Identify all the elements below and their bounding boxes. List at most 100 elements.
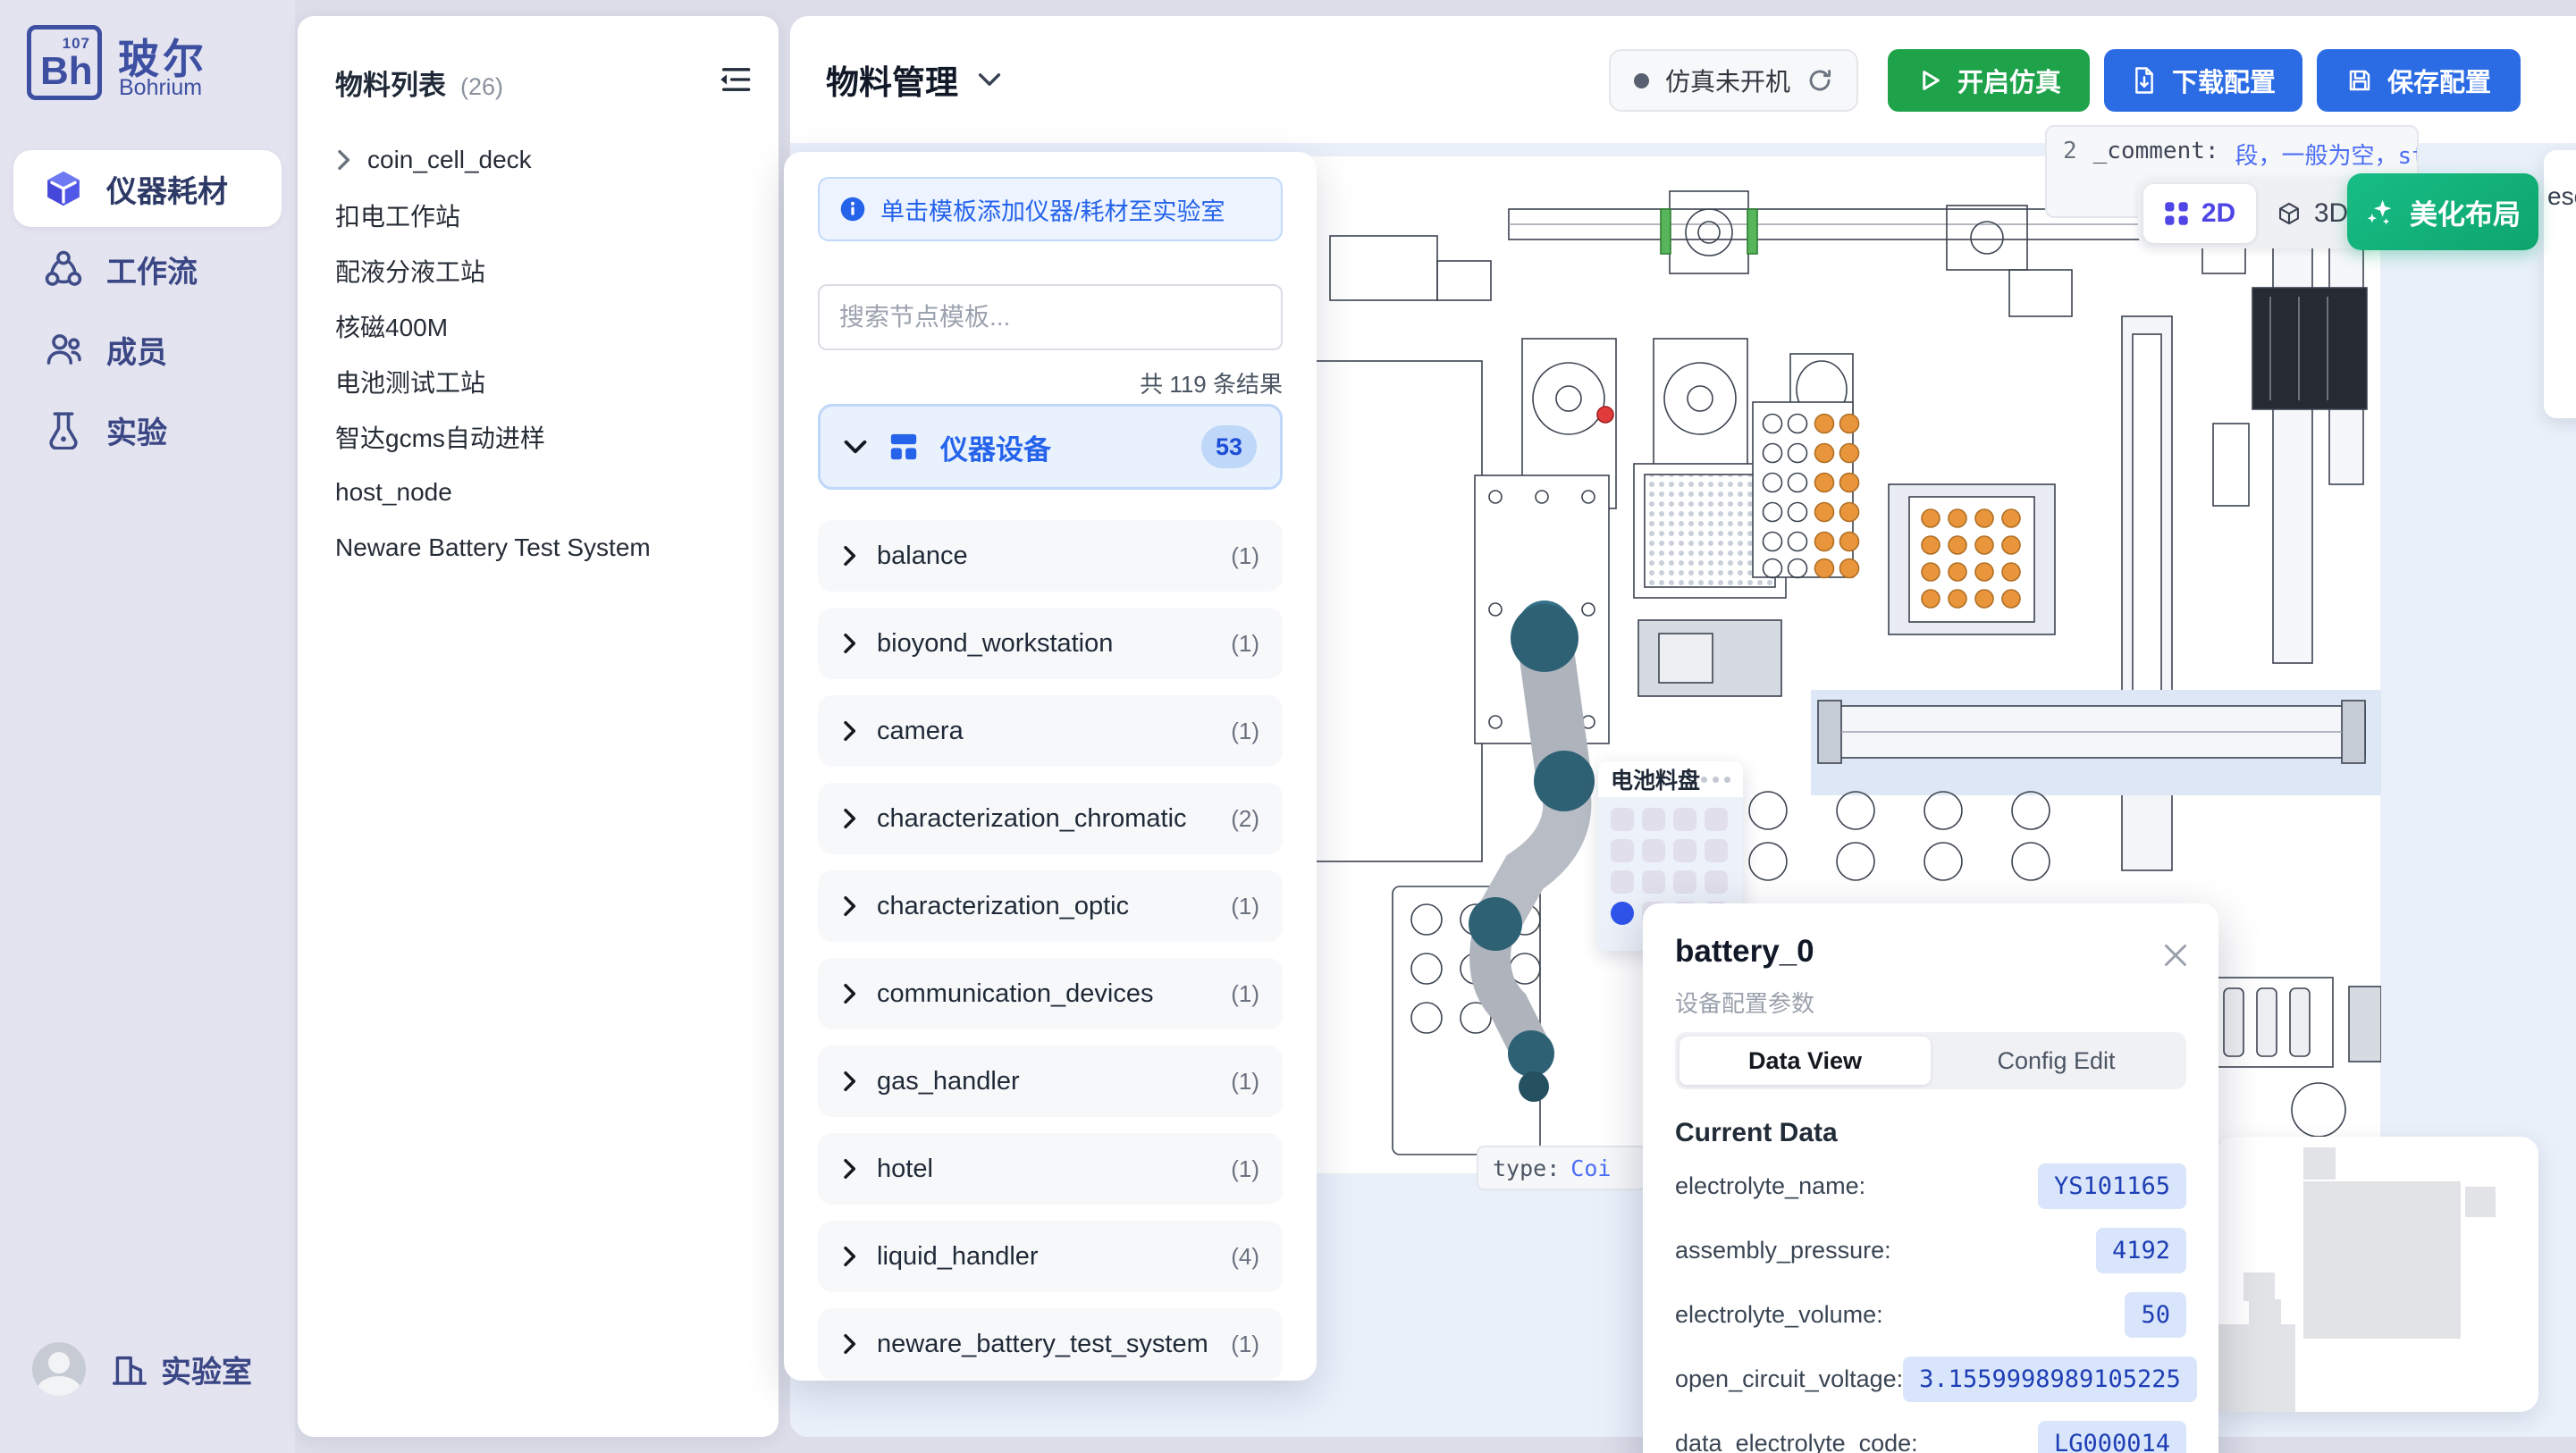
chevron-right-icon xyxy=(841,983,857,1004)
app-screen: 107 Bh 玻尔 Bohrium 仪器耗材 xyxy=(0,0,2576,1453)
info-icon xyxy=(839,196,866,223)
tray-slot[interactable] xyxy=(1705,870,1728,894)
minimap-node xyxy=(2303,1147,2336,1180)
page-title: 物料管理 xyxy=(826,55,958,104)
data-row-electrolyte-name: electrolyte_name: YS101165 xyxy=(1675,1161,2186,1211)
close-icon[interactable] xyxy=(2159,939,2192,971)
template-item-camera[interactable]: camera(1) xyxy=(818,695,1283,767)
brand-name-en: Bohrium xyxy=(119,75,202,101)
template-item-gas-handler[interactable]: gas_handler(1) xyxy=(818,1046,1283,1117)
bohrium-logo: 107 Bh xyxy=(27,25,102,100)
sidebar-item-label: 实验 xyxy=(106,408,167,452)
battery-config-popup: battery_0 设备配置参数 Data View Config Edit C… xyxy=(1643,903,2218,1453)
download-config-button[interactable]: 下载配置 xyxy=(2104,49,2302,112)
tray-slot[interactable] xyxy=(1673,839,1696,862)
battery-tray-title: 电池料盘 xyxy=(1611,763,1700,795)
chevron-right-icon xyxy=(841,1071,857,1092)
sidebar-footer[interactable]: 实验室 xyxy=(32,1342,252,1396)
material-item[interactable]: 扣电工作站 xyxy=(335,195,741,236)
material-item[interactable]: 核磁400M xyxy=(335,306,741,347)
status-dot-icon xyxy=(1634,73,1649,88)
material-item-label: 配液分液工站 xyxy=(335,253,485,289)
tray-slot[interactable] xyxy=(1642,870,1665,894)
value-chip: LG000014 xyxy=(2038,1421,2186,1453)
value-chip: YS101165 xyxy=(2038,1163,2186,1209)
value-chip: 4192 xyxy=(2096,1228,2186,1273)
data-row-assembly-pressure: assembly_pressure: 4192 xyxy=(1675,1225,2186,1275)
page-title-dropdown[interactable]: 物料管理 xyxy=(826,55,1001,104)
template-item-liquid-handler[interactable]: liquid_handler(4) xyxy=(818,1221,1283,1292)
tab-data-view[interactable]: Data View xyxy=(1679,1037,1931,1085)
more-menu-icon[interactable] xyxy=(1701,777,1730,783)
value-chip: 3.1559998989105225 xyxy=(1903,1356,2197,1402)
tray-slot[interactable] xyxy=(1642,839,1665,862)
collapse-panel-icon[interactable] xyxy=(718,64,752,95)
test-tube-icon xyxy=(44,410,83,449)
template-item-characterization-optic[interactable]: characterization_optic(1) xyxy=(818,870,1283,942)
beautify-layout-label: 美化布局 xyxy=(2410,192,2521,232)
save-config-button[interactable]: 保存配置 xyxy=(2317,49,2521,112)
type-tooltip-fragment: type: Coi xyxy=(1477,1146,1646,1190)
save-config-label: 保存配置 xyxy=(2387,62,2491,99)
material-item[interactable]: 智达gcms自动进样 xyxy=(335,416,741,458)
start-simulation-button[interactable]: 开启仿真 xyxy=(1888,49,2090,112)
sidebar-item-experiments[interactable]: 实验 xyxy=(13,391,282,468)
building-icon xyxy=(111,1350,148,1388)
category-label: 仪器设备 xyxy=(940,427,1180,467)
sidebar-item-instruments[interactable]: 仪器耗材 xyxy=(13,150,282,227)
minimap[interactable] xyxy=(2217,1137,2538,1412)
tray-slot[interactable] xyxy=(1673,808,1696,831)
chevron-down-icon xyxy=(844,439,867,455)
tray-slot[interactable] xyxy=(1611,839,1634,862)
user-avatar[interactable] xyxy=(32,1342,86,1396)
sidebar-item-workflow[interactable]: 工作流 xyxy=(13,231,282,307)
workflow-icon xyxy=(44,249,83,289)
sidebar-item-members[interactable]: 成员 xyxy=(13,311,282,388)
tray-slot[interactable] xyxy=(1611,808,1634,831)
material-item-label: 核磁400M xyxy=(335,308,448,344)
template-item-characterization-chromatic[interactable]: characterization_chromatic(2) xyxy=(818,783,1283,854)
popup-tabs: Data View Config Edit xyxy=(1675,1032,2186,1089)
material-item[interactable]: 电池测试工站 xyxy=(335,361,741,402)
sidebar-item-label: 工作流 xyxy=(106,248,198,291)
chevron-right-icon xyxy=(841,895,857,917)
tray-slot-selected-battery-0[interactable] xyxy=(1611,902,1634,925)
popup-title: battery_0 xyxy=(1675,934,1814,970)
template-item-balance[interactable]: balance(1) xyxy=(818,520,1283,592)
chevron-right-icon xyxy=(841,720,857,742)
category-instruments[interactable]: 仪器设备 53 xyxy=(818,404,1283,490)
template-item-communication-devices[interactable]: communication_devices(1) xyxy=(818,958,1283,1029)
search-input[interactable] xyxy=(818,284,1283,350)
minimap-node xyxy=(2249,1299,2281,1326)
grid-icon xyxy=(888,432,919,462)
simulation-status-chip[interactable]: 仿真未开机 xyxy=(1609,49,1858,112)
beautify-layout-button[interactable]: 美化布局 xyxy=(2347,173,2538,250)
material-item[interactable]: Neware Battery Test System xyxy=(335,527,741,568)
material-item-coin-cell-deck[interactable]: coin_cell_deck xyxy=(335,139,741,181)
minimap-node xyxy=(2303,1181,2461,1339)
tray-slot[interactable] xyxy=(1611,870,1634,894)
tray-slot[interactable] xyxy=(1705,808,1728,831)
chevron-right-icon xyxy=(841,1158,857,1180)
template-item-bioyond-workstation[interactable]: bioyond_workstation(1) xyxy=(818,608,1283,679)
material-item-label: 扣电工作站 xyxy=(335,197,460,233)
tray-slot[interactable] xyxy=(1673,870,1696,894)
toggle-2d[interactable]: 2D xyxy=(2143,184,2256,243)
template-item-hotel[interactable]: hotel(1) xyxy=(818,1133,1283,1205)
tray-slot[interactable] xyxy=(1642,808,1665,831)
download-doc-icon xyxy=(2131,66,2158,95)
data-row-electrolyte-volume: electrolyte_volume: 50 xyxy=(1675,1289,2186,1340)
view-mode-toggle: 2D 3D xyxy=(2138,179,2374,248)
minimap-node xyxy=(2217,1324,2295,1412)
minimap-node xyxy=(2243,1272,2275,1301)
status-label: 仿真未开机 xyxy=(1665,63,1790,98)
tray-slot[interactable] xyxy=(1705,839,1728,862)
material-item-label: Neware Battery Test System xyxy=(335,533,651,562)
material-item[interactable]: 配液分液工站 xyxy=(335,250,741,291)
refresh-icon[interactable] xyxy=(1806,67,1833,94)
data-row-data-electrolyte-code: data_electrolyte_code: LG000014 xyxy=(1675,1418,2186,1453)
tab-config-edit[interactable]: Config Edit xyxy=(1931,1037,2182,1085)
material-item[interactable]: host_node xyxy=(335,472,741,513)
template-item-neware-battery-test-system[interactable]: neware_battery_test_system(1) xyxy=(818,1308,1283,1380)
material-item-label: 电池测试工站 xyxy=(335,364,485,399)
